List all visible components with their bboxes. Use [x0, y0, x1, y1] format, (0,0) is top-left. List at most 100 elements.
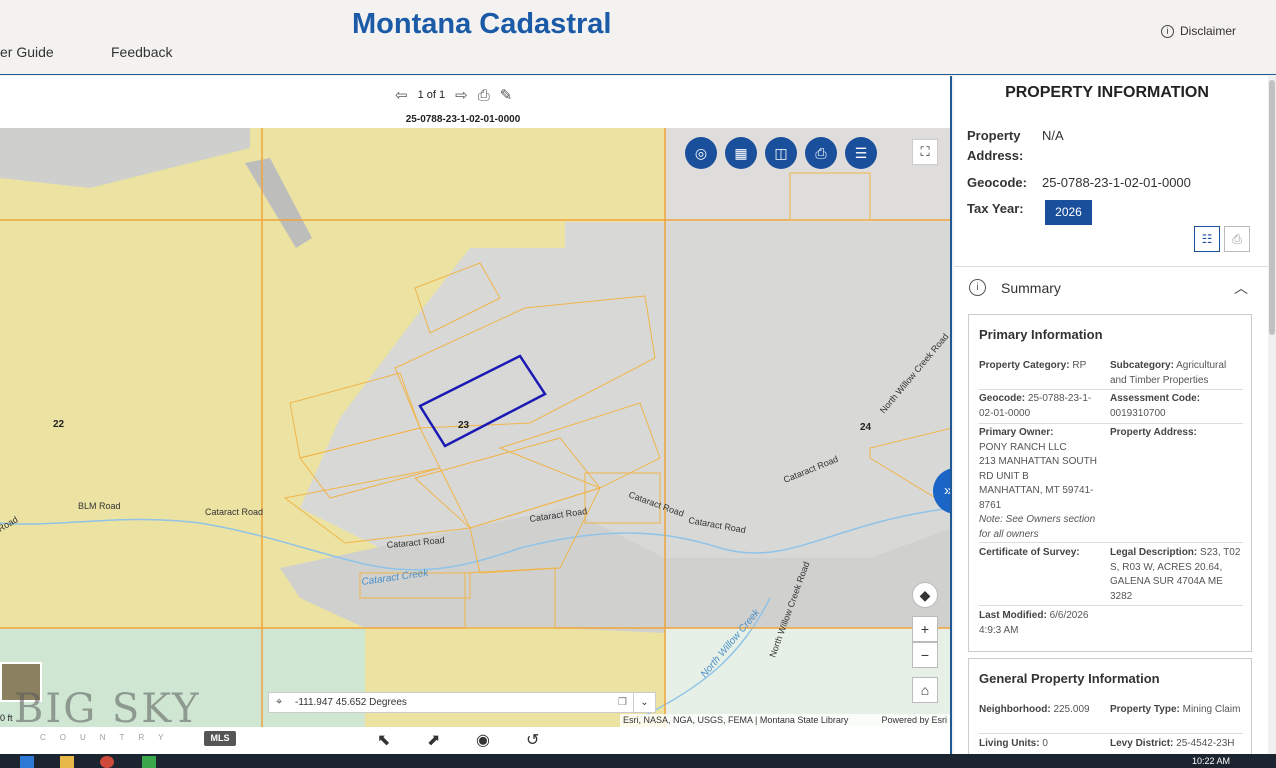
- lasso-select-icon[interactable]: ⬈: [427, 730, 440, 750]
- summary-accordion[interactable]: i Summary ︿: [954, 266, 1268, 310]
- info-icon: i: [1160, 24, 1174, 38]
- zoom-out-button[interactable]: −: [912, 642, 938, 668]
- compass-button[interactable]: ◆: [912, 582, 938, 608]
- compare-icon: ◫: [774, 145, 788, 161]
- zoom-in-button[interactable]: +: [912, 616, 938, 642]
- print-report-button[interactable]: ⎙: [1224, 226, 1250, 252]
- identify-icon: ◎: [694, 145, 708, 161]
- property-address-field: Property Address:: [1110, 426, 1245, 441]
- plus-icon: +: [920, 621, 930, 637]
- mls-badge: MLS: [204, 731, 236, 746]
- tax-year-select[interactable]: 2026: [1045, 200, 1092, 225]
- map-geocode: 25-0788-23-1-02-01-0000: [405, 114, 521, 125]
- subcategory: Subcategory: Agricultural and Timber Pro…: [1110, 359, 1245, 388]
- road-label: Cataract Road: [205, 507, 263, 517]
- locate-icon[interactable]: ◉: [476, 730, 490, 750]
- watermark-subtitle: COUNTRY: [40, 733, 178, 742]
- property-panel: PROPERTY INFORMATION Property Address: N…: [954, 76, 1276, 754]
- card-title: General Property Information: [979, 671, 1160, 686]
- nav-feedback[interactable]: Feedback: [111, 44, 172, 60]
- field-label: Property Address:: [1110, 427, 1197, 438]
- nav-user-guide[interactable]: er Guide: [0, 44, 54, 60]
- last-modified: Last Modified: 6/6/2026 4:9:3 AM: [979, 609, 1109, 638]
- property-category: Property Category: RP: [979, 359, 1104, 374]
- owner-line: MANHATTAN, MT 59741-: [979, 485, 1094, 496]
- scrollbar-thumb[interactable]: [1269, 80, 1275, 335]
- legend-icon: ☰: [854, 145, 868, 161]
- clock: 10:22 AM: [1191, 756, 1230, 766]
- print-map-button[interactable]: ⎙: [805, 137, 837, 169]
- compare-button[interactable]: ◫: [765, 137, 797, 169]
- chevron-up-icon[interactable]: ︿: [1234, 278, 1248, 298]
- disclaimer-label: Disclaimer: [1179, 24, 1236, 38]
- field-label: Certificate of Survey:: [979, 547, 1080, 558]
- map-canvas[interactable]: 22 23 24 BLM Road Cataract Road Cataract…: [0, 128, 952, 727]
- start-icon[interactable]: [20, 756, 34, 768]
- chevron-right-icon: »: [943, 482, 952, 499]
- divider: [979, 733, 1243, 734]
- home-button[interactable]: ⌂: [912, 677, 938, 703]
- next-arrow-icon[interactable]: ⇨: [455, 86, 468, 104]
- field-value: 0019310700: [1110, 407, 1166, 419]
- section-label: 22: [53, 419, 65, 430]
- crosshair-icon: ⌖: [276, 696, 283, 708]
- home-icon: ⌂: [920, 682, 930, 698]
- field-value: RP: [1072, 360, 1087, 371]
- chevron-down-icon[interactable]: ⌄: [633, 693, 655, 712]
- divider: [979, 605, 1243, 606]
- divider: [979, 389, 1243, 390]
- owner-line: RD UNIT B: [979, 470, 1029, 482]
- divider: [979, 423, 1243, 424]
- primary-info-card: Primary Information Property Category: R…: [968, 314, 1252, 652]
- geocode-field: Geocode: 25-0788-23-1-02-01-0000: [979, 392, 1104, 421]
- field-label: Last Modified:: [979, 610, 1047, 621]
- fullscreen-button[interactable]: ⛶: [912, 139, 938, 165]
- pager: ⇦ 1 of 1 ⇨ ⎙ ✎: [395, 86, 513, 105]
- app-icon[interactable]: [142, 756, 156, 768]
- field-label: Levy District:: [1110, 738, 1174, 749]
- scale-bar: 0 ft: [0, 713, 13, 723]
- owner-line: PONY RANCH LLC: [979, 441, 1067, 453]
- road-label: BLM Road: [78, 501, 121, 511]
- browser-icon[interactable]: [100, 756, 114, 768]
- report-icon: ☷: [1201, 232, 1213, 246]
- living-units: Living Units: 0: [979, 737, 1107, 752]
- coordinate-readout: ⌖ -111.947 45.652 Degrees ❐ ⌄: [268, 692, 656, 713]
- owner-line: 8761: [979, 499, 1002, 511]
- print-icon[interactable]: ⎙: [478, 87, 490, 104]
- field-value: 225.009: [1053, 704, 1090, 715]
- field-value: 0: [1042, 738, 1048, 749]
- section-label: 24: [860, 422, 872, 433]
- edit-icon[interactable]: ✎: [500, 86, 513, 104]
- legend-button[interactable]: ☰: [845, 137, 877, 169]
- folder-icon[interactable]: [60, 756, 74, 768]
- section-label: 23: [458, 420, 470, 431]
- field-value: Mining Claim: [1182, 704, 1241, 715]
- map-container: ⇦ 1 of 1 ⇨ ⎙ ✎ 25-0788-23-1-02-01-0000 2…: [0, 76, 952, 754]
- geocode-label: Geocode:: [967, 175, 1027, 190]
- reset-icon[interactable]: ↺: [526, 730, 539, 750]
- powered-by[interactable]: Powered by Esri: [881, 714, 947, 727]
- primary-owner: Primary Owner: PONY RANCH LLC 213 MANHAT…: [979, 426, 1109, 542]
- disclaimer-link[interactable]: i Disclaimer: [1160, 24, 1236, 38]
- basemap-button[interactable]: ▦: [725, 137, 757, 169]
- copy-icon[interactable]: ❐: [618, 693, 627, 712]
- coordinate-text: -111.947 45.652 Degrees: [295, 697, 407, 708]
- field-value: 25-4542-23H: [1176, 738, 1235, 749]
- field-label: Neighborhood:: [979, 704, 1051, 715]
- print-icon: ⎙: [1232, 232, 1242, 246]
- field-label: Subcategory:: [1110, 360, 1174, 371]
- previous-arrow-icon[interactable]: ⇦: [395, 86, 408, 104]
- card-title: Primary Information: [979, 327, 1103, 342]
- certificate-of-survey: Certificate of Survey:: [979, 546, 1104, 561]
- summary-label: Summary: [1001, 280, 1061, 296]
- legal-description: Legal Description: S23, T02 S, R03 W, AC…: [1110, 546, 1245, 604]
- report-button[interactable]: ☷: [1194, 226, 1220, 252]
- field-label: Property Type:: [1110, 704, 1180, 715]
- basemap-icon: ▦: [734, 145, 748, 161]
- tax-year-label: Tax Year:: [967, 201, 1024, 216]
- select-icon[interactable]: ⬉: [377, 730, 390, 750]
- panel-title: PROPERTY INFORMATION: [1005, 84, 1209, 101]
- map-pager-bar: ⇦ 1 of 1 ⇨ ⎙ ✎ 25-0788-23-1-02-01-0000: [0, 76, 950, 128]
- identify-button[interactable]: ◎: [685, 137, 717, 169]
